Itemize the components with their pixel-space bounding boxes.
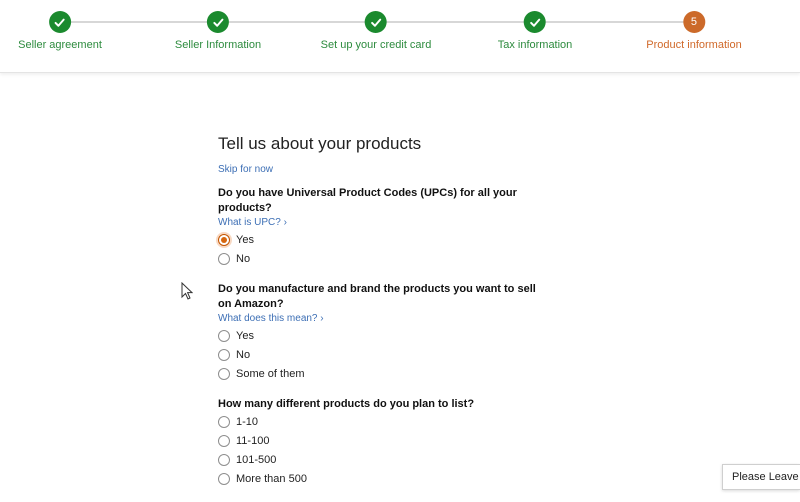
radio-button[interactable] — [218, 472, 230, 485]
feedback-tab[interactable]: Please Leave — [722, 464, 800, 490]
radio-button[interactable] — [218, 415, 230, 428]
step-label: Product information — [646, 39, 742, 51]
step-seller-agreement: Seller agreement — [18, 11, 102, 51]
option-label: 1-10 — [236, 415, 259, 428]
question-manufacture-brand: Do you manufacture and brand the product… — [218, 282, 548, 383]
step-credit-card: Set up your credit card — [320, 11, 432, 51]
check-icon — [524, 11, 546, 33]
check-icon — [207, 11, 229, 33]
step-label: Seller Information — [174, 39, 262, 51]
step-tax-information: Tax information — [497, 11, 573, 51]
step-product-information: 5 Product information — [646, 11, 742, 51]
radio-button[interactable] — [218, 434, 230, 447]
help-link[interactable]: What is UPC? › — [218, 217, 548, 228]
help-link[interactable]: What does this mean? › — [218, 313, 548, 324]
radio-option-no[interactable]: No — [218, 345, 548, 364]
option-label: No — [236, 252, 251, 265]
radio-button[interactable] — [218, 233, 230, 246]
radio-button[interactable] — [218, 329, 230, 342]
radio-button[interactable] — [218, 367, 230, 380]
radio-option-some[interactable]: Some of them — [218, 364, 548, 383]
radio-option-101-500[interactable]: 101-500 — [218, 450, 548, 469]
check-icon — [49, 11, 71, 33]
page-title: Tell us about your products — [218, 134, 422, 153]
step-label: Tax information — [497, 39, 573, 51]
skip-link[interactable]: Skip for now — [218, 164, 548, 175]
step-number-badge: 5 — [682, 11, 705, 33]
question-text: Do you manufacture and brand the product… — [218, 283, 536, 310]
option-label: Yes — [236, 233, 254, 246]
radio-option-yes[interactable]: Yes — [218, 326, 548, 345]
radio-option-yes[interactable]: Yes — [218, 230, 548, 249]
radio-button[interactable] — [218, 453, 230, 466]
step-label: Set up your credit card — [320, 39, 432, 51]
option-label: Yes — [236, 329, 254, 342]
question-upc: Do you have Universal Product Codes (UPC… — [218, 186, 548, 268]
step-seller-information: Seller Information — [175, 11, 261, 51]
progress-stepper: Seller agreement Seller Information Set … — [0, 0, 800, 73]
radio-option-no[interactable]: No — [218, 249, 548, 268]
radio-button[interactable] — [218, 348, 230, 361]
option-label: 101-500 — [236, 453, 277, 466]
mouse-pointer-icon — [181, 282, 193, 300]
option-label: 11-100 — [236, 434, 270, 447]
option-label: Some of them — [236, 367, 305, 380]
radio-option-more-than-500[interactable]: More than 500 — [218, 469, 548, 488]
option-label: More than 500 — [236, 472, 307, 485]
step-label: Seller agreement — [18, 39, 102, 51]
product-questions-form: Tell us about your products Skip for now… — [218, 134, 548, 502]
radio-button[interactable] — [218, 252, 230, 265]
question-product-count: How many different products do you plan … — [218, 397, 548, 488]
radio-option-1-10[interactable]: 1-10 — [218, 412, 548, 431]
question-text: How many different products do you plan … — [218, 398, 475, 410]
radio-option-11-100[interactable]: 11-100 — [218, 431, 548, 450]
option-label: No — [236, 348, 251, 361]
question-text: Do you have Universal Product Codes (UPC… — [218, 187, 517, 214]
check-icon — [364, 11, 387, 33]
